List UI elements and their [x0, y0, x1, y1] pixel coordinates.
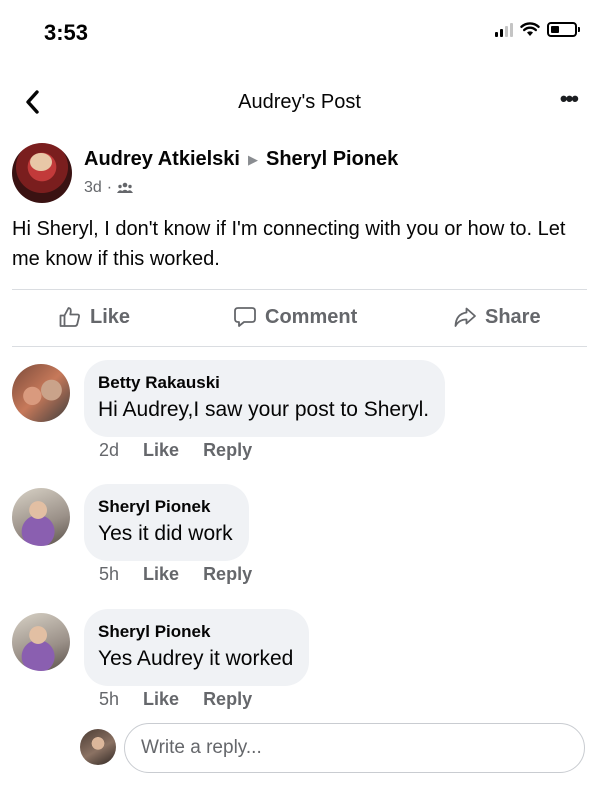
post-author-line: Audrey Atkielski ▶ Sheryl Pionek	[84, 148, 398, 171]
comment-bubble: Sheryl Pionek Yes it did work	[84, 484, 249, 561]
post-author[interactable]: Audrey Atkielski	[84, 148, 240, 171]
commenter-avatar[interactable]	[12, 364, 70, 422]
comment-label: Comment	[265, 305, 358, 328]
nav-bar: Audrey's Post •••	[0, 78, 599, 124]
commenter-avatar[interactable]	[12, 613, 70, 671]
post-age[interactable]: 3d	[84, 179, 102, 197]
comment-text: Hi Audrey,I saw your post to Sheryl.	[98, 398, 430, 421]
comment-age[interactable]: 5h	[99, 564, 119, 585]
commenter-name[interactable]: Sheryl Pionek	[98, 620, 293, 644]
commenter-avatar[interactable]	[12, 488, 70, 546]
divider	[12, 346, 587, 347]
divider	[12, 289, 587, 290]
page-title: Audrey's Post	[238, 91, 361, 113]
post-header: Audrey Atkielski ▶ Sheryl Pionek 3d ·	[12, 143, 587, 203]
comment-age[interactable]: 5h	[99, 689, 119, 710]
comment-meta: 5h Like Reply	[99, 689, 252, 710]
more-icon[interactable]: •••	[560, 88, 579, 110]
like-icon	[59, 307, 80, 327]
comment-like-link[interactable]: Like	[143, 440, 179, 461]
share-icon	[454, 307, 476, 327]
author-avatar[interactable]	[12, 143, 72, 203]
share-button[interactable]: Share	[453, 305, 541, 329]
comment-bubble: Sheryl Pionek Yes Audrey it worked	[84, 609, 310, 686]
comment-reply-link[interactable]: Reply	[203, 564, 252, 585]
arrow-icon: ▶	[248, 151, 258, 167]
share-label: Share	[485, 305, 541, 328]
status-icons	[495, 22, 580, 37]
comment-icon	[234, 307, 256, 327]
commenter-name[interactable]: Betty Rakauski	[98, 371, 429, 395]
status-time: 3:53	[44, 20, 89, 45]
battery-icon	[547, 22, 580, 37]
post-recipient[interactable]: Sheryl Pionek	[266, 148, 398, 171]
comment-button[interactable]: Comment	[233, 305, 357, 329]
signal-icon	[495, 22, 513, 37]
post-meta: 3d ·	[84, 179, 134, 197]
post-actions: Like Comment Share	[0, 295, 599, 343]
wifi-icon	[520, 22, 540, 36]
reply-input[interactable]	[124, 723, 585, 773]
reply-bar	[0, 720, 599, 776]
comment-meta: 5h Like Reply	[99, 564, 252, 585]
status-bar: 3:53	[0, 0, 599, 64]
comment-bubble: Betty Rakauski Hi Audrey,I saw your post…	[84, 360, 446, 437]
comment-text: Yes Audrey it worked	[98, 647, 294, 670]
post-text: Hi Sheryl, I don't know if I'm connectin…	[12, 218, 566, 270]
commenter-name[interactable]: Sheryl Pionek	[98, 495, 233, 519]
meta-separator: ·	[106, 179, 113, 196]
comment-text: Yes it did work	[98, 522, 233, 545]
friends-icon	[117, 182, 134, 193]
comment-age[interactable]: 2d	[99, 440, 119, 461]
comment-reply-link[interactable]: Reply	[203, 440, 252, 461]
like-button[interactable]: Like	[58, 305, 130, 329]
user-avatar	[80, 729, 116, 765]
comment-like-link[interactable]: Like	[143, 564, 179, 585]
comment-meta: 2d Like Reply	[99, 440, 252, 461]
comment-like-link[interactable]: Like	[143, 689, 179, 710]
like-label: Like	[90, 305, 131, 328]
comment-reply-link[interactable]: Reply	[203, 689, 252, 710]
